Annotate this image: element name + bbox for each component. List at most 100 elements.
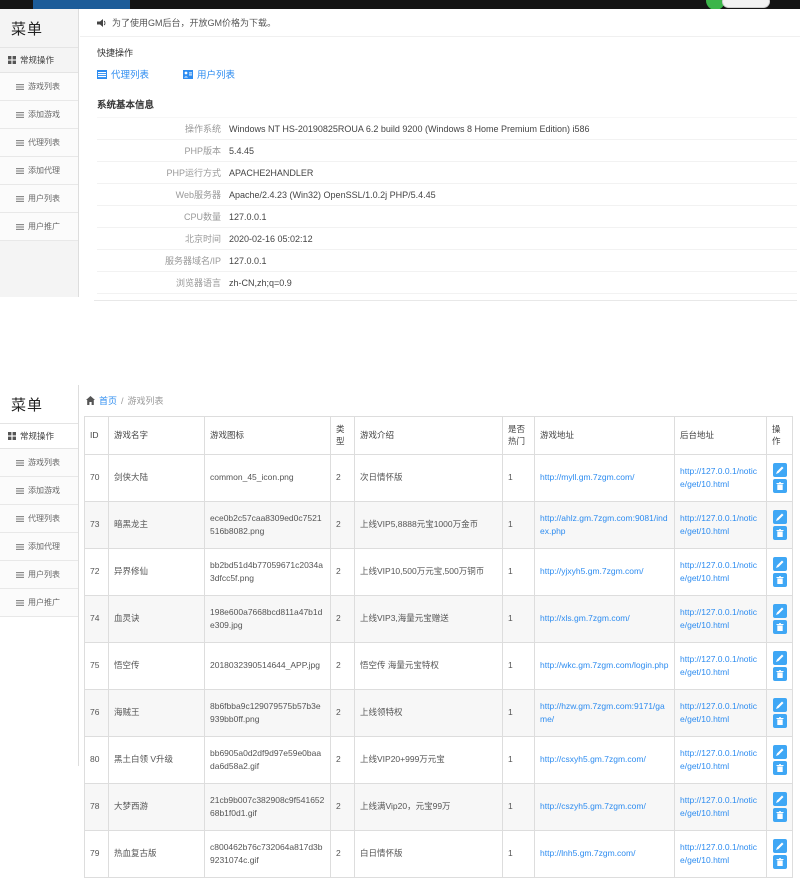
list-icon [16, 515, 24, 523]
quick-link-代理列表[interactable]: 代理列表 [97, 67, 149, 81]
edit-button[interactable] [773, 557, 787, 571]
id-cell: 73 [85, 501, 109, 548]
edit-button[interactable] [773, 651, 787, 665]
edit-button[interactable] [773, 698, 787, 712]
home-icon [86, 396, 95, 405]
list-icon [16, 487, 24, 495]
sidebar-item-添加游戏[interactable]: 添加游戏 [0, 101, 78, 129]
sidebar-item-用户列表[interactable]: 用户列表 [0, 185, 78, 213]
list-icon [16, 195, 24, 203]
game-url-cell[interactable]: http://wkc.gm.7zgm.com/login.php [535, 642, 675, 689]
sidebar-item-label: 添加游戏 [28, 109, 60, 120]
edit-button[interactable] [773, 792, 787, 806]
delete-icon [776, 529, 784, 537]
gm-notice-alert: 为了使用GM后台，开放GM价格为下载。 [80, 9, 800, 37]
edit-button[interactable] [773, 463, 787, 477]
info-row: 浏览器语言zh-CN,zh;q=0.9 [97, 272, 797, 294]
delete-button[interactable] [773, 855, 787, 869]
game-table: ID游戏名字游戏图标类型游戏介绍是否热门游戏地址后台地址操作 70剑侠大陆com… [84, 416, 793, 878]
browser-strip [0, 0, 800, 9]
game-url-cell[interactable]: http://ahlz.gm.7zgm.com:9081/index.php [535, 501, 675, 548]
sidebar-item-label: 游戏列表 [28, 457, 60, 468]
sidebar-section-common-ops[interactable]: 常规操作 [0, 47, 78, 73]
game-name-cell: 血灵诀 [109, 595, 205, 642]
column-header-游戏介绍: 游戏介绍 [355, 417, 503, 455]
edit-button[interactable] [773, 604, 787, 618]
game-name-cell: 热血复古版 [109, 830, 205, 877]
sidebar-item-label: 用户列表 [28, 569, 60, 580]
game-url-cell[interactable]: http://myll.gm.7zgm.com/ [535, 454, 675, 501]
quick-link-label: 用户列表 [197, 67, 235, 81]
panel-divider [94, 300, 797, 301]
game-url-cell[interactable]: http://hzw.gm.7zgm.com:9171/game/ [535, 689, 675, 736]
browser-pill [722, 0, 770, 8]
sidebar-item-用户推广[interactable]: 用户推广 [0, 213, 78, 241]
info-row: 操作系统Windows NT HS-20190825ROUA 6.2 build… [97, 118, 797, 140]
info-label: PHP运行方式 [97, 162, 229, 184]
delete-icon [776, 576, 784, 584]
edit-icon [776, 748, 784, 756]
sidebar-item-代理列表[interactable]: 代理列表 [0, 505, 78, 533]
delete-button[interactable] [773, 761, 787, 775]
sidebar-item-用户推广[interactable]: 用户推广 [0, 589, 78, 617]
sidebar-section-common-ops[interactable]: 常规操作 [0, 423, 78, 449]
sidebar-item-添加游戏[interactable]: 添加游戏 [0, 477, 78, 505]
breadcrumb: 首页 / 游戏列表 [84, 391, 800, 410]
backend-url-cell[interactable]: http://127.0.0.1/notice/get/10.html [675, 736, 767, 783]
sidebar-item-游戏列表[interactable]: 游戏列表 [0, 73, 78, 101]
system-info-table: 操作系统Windows NT HS-20190825ROUA 6.2 build… [97, 117, 797, 294]
edit-button[interactable] [773, 839, 787, 853]
delete-button[interactable] [773, 526, 787, 540]
operations-cell [767, 595, 793, 642]
game-type-cell: 2 [331, 595, 355, 642]
delete-button[interactable] [773, 479, 787, 493]
game-url-cell[interactable]: http://lnh5.gm.7zgm.com/ [535, 830, 675, 877]
speaker-icon [97, 18, 107, 28]
sidebar-item-label: 添加代理 [28, 165, 60, 176]
game-intro-cell: 次日情怀版 [355, 454, 503, 501]
quick-link-用户列表[interactable]: 用户列表 [183, 67, 235, 81]
id-cell: 79 [85, 830, 109, 877]
sidebar-top: 菜单 常规操作 游戏列表添加游戏代理列表添加代理用户列表用户推广 [0, 9, 79, 297]
backend-url-cell[interactable]: http://127.0.0.1/notice/get/10.html [675, 830, 767, 877]
info-label: 北京时间 [97, 228, 229, 250]
sidebar-item-用户列表[interactable]: 用户列表 [0, 561, 78, 589]
breadcrumb-home-link[interactable]: 首页 [99, 394, 117, 407]
sidebar-menu: 游戏列表添加游戏代理列表添加代理用户列表用户推广 [0, 73, 78, 241]
sidebar-item-代理列表[interactable]: 代理列表 [0, 129, 78, 157]
info-label: 操作系统 [97, 118, 229, 140]
info-label: CPU数量 [97, 206, 229, 228]
is-hot-cell: 1 [503, 548, 535, 595]
delete-button[interactable] [773, 714, 787, 728]
delete-button[interactable] [773, 667, 787, 681]
edit-button[interactable] [773, 510, 787, 524]
game-url-cell[interactable]: http://yjxyh5.gm.7zgm.com/ [535, 548, 675, 595]
backend-url-cell[interactable]: http://127.0.0.1/notice/get/10.html [675, 783, 767, 830]
backend-url-cell[interactable]: http://127.0.0.1/notice/get/10.html [675, 548, 767, 595]
delete-button[interactable] [773, 573, 787, 587]
grid-icon [8, 56, 16, 64]
table-header-row: ID游戏名字游戏图标类型游戏介绍是否热门游戏地址后台地址操作 [85, 417, 793, 455]
backend-url-cell[interactable]: http://127.0.0.1/notice/get/10.html [675, 501, 767, 548]
game-url-cell[interactable]: http://xls.gm.7zgm.com/ [535, 595, 675, 642]
game-type-cell: 2 [331, 736, 355, 783]
breadcrumb-separator: / [121, 396, 124, 406]
sidebar-item-label: 代理列表 [28, 513, 60, 524]
game-icon-file-cell: ece0b2c57caa8309ed0c7521516b8082.png [205, 501, 331, 548]
edit-icon [776, 654, 784, 662]
delete-button[interactable] [773, 808, 787, 822]
edit-button[interactable] [773, 745, 787, 759]
sidebar-item-添加代理[interactable]: 添加代理 [0, 157, 78, 185]
delete-button[interactable] [773, 620, 787, 634]
operations-cell [767, 783, 793, 830]
info-row: PHP版本5.4.45 [97, 140, 797, 162]
backend-url-cell[interactable]: http://127.0.0.1/notice/get/10.html [675, 595, 767, 642]
sidebar-item-添加代理[interactable]: 添加代理 [0, 533, 78, 561]
alert-text: 为了使用GM后台，开放GM价格为下载。 [112, 16, 276, 29]
sidebar-item-游戏列表[interactable]: 游戏列表 [0, 449, 78, 477]
backend-url-cell[interactable]: http://127.0.0.1/notice/get/10.html [675, 642, 767, 689]
game-url-cell[interactable]: http://cszyh5.gm.7zgm.com/ [535, 783, 675, 830]
backend-url-cell[interactable]: http://127.0.0.1/notice/get/10.html [675, 454, 767, 501]
backend-url-cell[interactable]: http://127.0.0.1/notice/get/10.html [675, 689, 767, 736]
game-url-cell[interactable]: http://csxyh5.gm.7zgm.com/ [535, 736, 675, 783]
